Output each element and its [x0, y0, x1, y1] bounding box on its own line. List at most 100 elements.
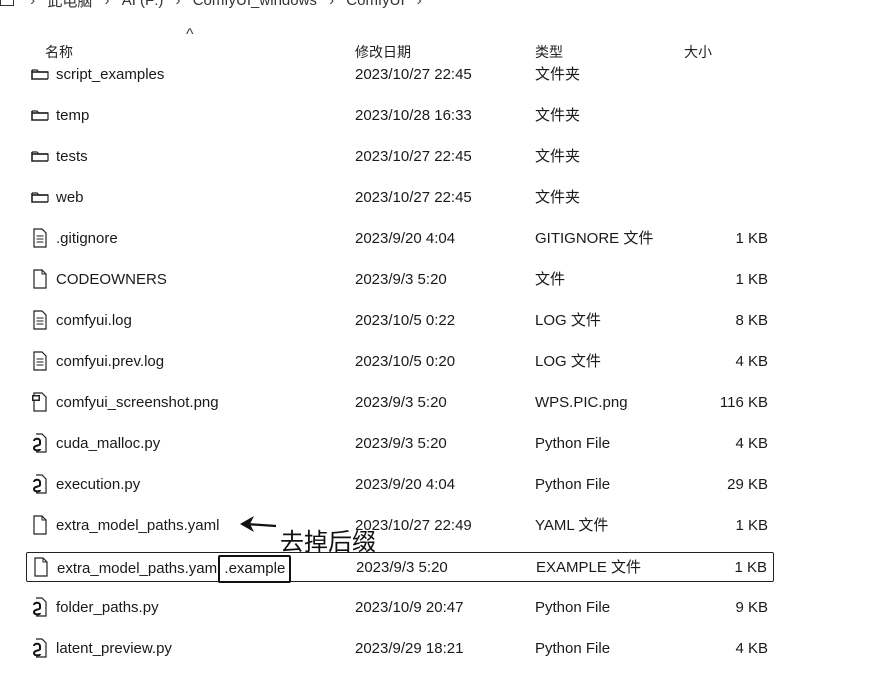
file-modified-date: 2023/10/5 0:20 — [355, 353, 456, 370]
file-row[interactable]: comfyui_screenshot.png 2023/9/3 5:20 WPS.P… — [26, 388, 774, 418]
folder-icon — [30, 145, 50, 167]
file-modified-date: 2023/10/27 22:45 — [355, 66, 472, 83]
file-type: 文件夹 — [535, 107, 581, 124]
file-name-base: extra_model_paths.yaml — [57, 560, 221, 577]
file-modified-date: 2023/10/28 16:33 — [355, 107, 472, 124]
file-type: 文件 — [535, 271, 566, 288]
file-size: 4 KB — [735, 435, 768, 452]
breadcrumb: › 此电脑 › AI (F:) › ComfyUI_windows › Comf… — [0, 0, 430, 12]
python-file-icon — [30, 473, 50, 495]
file-name[interactable]: extra_model_paths.yaml — [56, 516, 219, 536]
file-row[interactable]: tests 2023/10/27 22:45 文件夹 — [26, 142, 774, 172]
file-modified-date: 2023/9/20 4:04 — [355, 476, 456, 493]
file-modified-date: 2023/9/29 18:21 — [355, 640, 464, 657]
file-name[interactable]: temp — [56, 106, 89, 126]
file-row[interactable]: comfyui.log 2023/10/5 0:22 LOG 文件 8 KB — [26, 306, 774, 336]
file-type: Python File — [535, 476, 611, 493]
file-type: WPS.PIC.png — [535, 394, 628, 411]
file-modified-date: 2023/10/9 20:47 — [355, 599, 464, 616]
file-type: Python File — [535, 435, 611, 452]
file-name[interactable]: comfyui_screenshot.png — [56, 393, 219, 413]
breadcrumb-item-drive[interactable]: AI (F:) — [122, 0, 164, 9]
text-file-icon — [30, 227, 50, 249]
file-row[interactable]: extra_model_paths.yaml 2023/10/27 22:49 YA… — [26, 511, 774, 541]
file-name[interactable]: cuda_malloc.py — [56, 434, 160, 454]
file-modified-date: 2023/10/27 22:45 — [355, 189, 472, 206]
file-row[interactable]: execution.py 2023/9/20 4:04 Python File 29 … — [26, 470, 774, 500]
column-header-date[interactable]: 修改日期 — [355, 42, 411, 62]
file-size: 116 KB — [719, 394, 768, 411]
file-modified-date: 2023/9/3 5:20 — [356, 559, 448, 576]
python-file-icon — [30, 596, 50, 618]
annotation-arrow-icon — [240, 516, 277, 532]
file-name[interactable]: folder_paths.py — [56, 598, 159, 618]
file-extension-highlight: .example — [218, 555, 292, 583]
file-row[interactable]: latent_preview.py 2023/9/29 18:21 Python F… — [26, 634, 774, 664]
python-file-icon — [30, 637, 50, 659]
folder-icon — [30, 104, 50, 126]
file-type: Python File — [535, 599, 611, 616]
file-modified-date: 2023/10/27 22:45 — [355, 148, 472, 165]
file-name[interactable]: execution.py — [56, 475, 140, 495]
file-type: 文件夹 — [535, 148, 581, 165]
file-size: 9 KB — [735, 599, 768, 616]
file-name[interactable]: comfyui.prev.log — [56, 352, 164, 372]
file-size: 1 KB — [735, 517, 768, 534]
file-name[interactable]: script_examples — [56, 65, 164, 85]
file-type: LOG 文件 — [535, 312, 601, 329]
chevron-right-icon: › — [329, 0, 335, 9]
breadcrumb-item-comfyui-windows[interactable]: ComfyUI_windows — [193, 0, 317, 9]
chevron-right-icon: › — [175, 0, 181, 9]
breadcrumb-item-this-pc[interactable]: 此电脑 — [47, 0, 92, 11]
text-file-icon — [30, 350, 50, 372]
file-modified-date: 2023/9/3 5:20 — [355, 435, 447, 452]
file-type: 文件夹 — [535, 189, 581, 206]
file-size: 4 KB — [735, 353, 768, 370]
file-modified-date: 2023/9/3 5:20 — [355, 394, 447, 411]
file-row[interactable]: script_examples 2023/10/27 22:45 文件夹 — [26, 60, 774, 90]
file-size: 8 KB — [735, 312, 768, 329]
python-file-icon — [30, 432, 50, 454]
folder-icon — [30, 63, 50, 85]
file-modified-date: 2023/10/5 0:22 — [355, 312, 456, 329]
blank-file-icon — [30, 268, 50, 290]
file-type: 文件夹 — [535, 66, 581, 83]
file-name[interactable]: comfyui.log — [56, 311, 132, 331]
file-name[interactable]: web — [56, 188, 84, 208]
file-name[interactable]: extra_model_paths.yaml .example — [57, 555, 292, 583]
blank-file-icon — [30, 514, 50, 536]
file-modified-date: 2023/9/20 4:04 — [355, 230, 456, 247]
file-row[interactable]: cuda_malloc.py 2023/9/3 5:20 Python File 4 … — [26, 429, 774, 459]
chevron-right-icon: › — [30, 0, 36, 9]
file-row[interactable]: .gitignore 2023/9/20 4:04 GITIGNORE 文件 1 KB — [26, 224, 774, 254]
file-row[interactable]: comfyui.prev.log 2023/10/5 0:20 LOG 文件 4 KB — [26, 347, 774, 377]
file-row[interactable]: folder_paths.py 2023/10/9 20:47 Python Fil… — [26, 593, 774, 623]
file-size: 1 KB — [734, 559, 767, 576]
folder-icon — [30, 186, 50, 208]
column-header-name[interactable]: 名称 — [45, 42, 73, 62]
file-type: YAML 文件 — [535, 517, 609, 534]
text-file-icon — [30, 309, 50, 331]
sort-ascending-icon: ^ — [186, 26, 194, 43]
file-size: 1 KB — [735, 230, 768, 247]
blank-file-icon — [31, 556, 51, 578]
file-row[interactable]: temp 2023/10/28 16:33 文件夹 — [26, 101, 774, 131]
file-type: EXAMPLE 文件 — [536, 559, 642, 576]
file-type: LOG 文件 — [535, 353, 601, 370]
file-row[interactable]: CODEOWNERS 2023/9/3 5:20 文件 1 KB — [26, 265, 774, 295]
file-name[interactable]: latent_preview.py — [56, 639, 172, 659]
file-row[interactable]: web 2023/10/27 22:45 文件夹 — [26, 183, 774, 213]
image-file-icon — [30, 391, 50, 413]
breadcrumb-item-comfyui[interactable]: ComfyUI — [346, 0, 404, 9]
file-name[interactable]: tests — [56, 147, 88, 167]
file-name[interactable]: .gitignore — [56, 229, 118, 249]
file-row[interactable]: extra_model_paths.yaml .example 2023/9/3 5… — [26, 552, 774, 583]
file-name[interactable]: CODEOWNERS — [56, 270, 167, 290]
file-modified-date: 2023/9/3 5:20 — [355, 271, 447, 288]
chevron-right-icon: › — [416, 0, 422, 9]
column-header-size[interactable]: 大小 — [684, 42, 712, 62]
file-type: Python File — [535, 640, 611, 657]
chevron-right-icon: › — [104, 0, 110, 9]
column-header-type[interactable]: 类型 — [535, 42, 563, 62]
file-size: 29 KB — [727, 476, 768, 493]
